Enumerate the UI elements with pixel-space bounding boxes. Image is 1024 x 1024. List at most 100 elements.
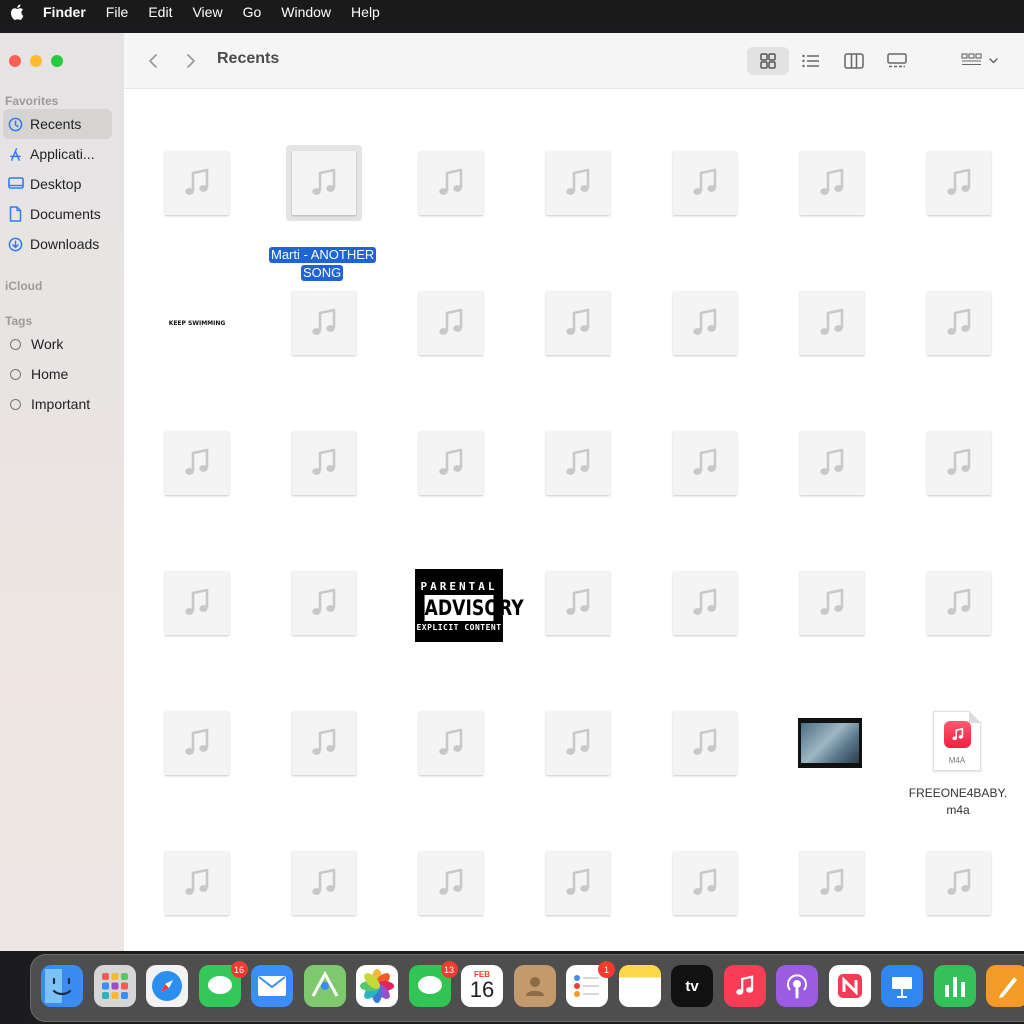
audio-file[interactable] (419, 151, 483, 215)
audio-file[interactable] (292, 291, 356, 355)
menu-window[interactable]: Window (271, 0, 341, 24)
audio-file[interactable] (546, 851, 610, 915)
audio-file[interactable] (165, 571, 229, 635)
numbers-icon[interactable] (933, 965, 976, 1007)
music-note-icon (165, 851, 229, 915)
clock-icon (7, 116, 24, 133)
audio-file[interactable] (927, 151, 991, 215)
tv-icon[interactable]: tv (671, 965, 713, 1007)
audio-file[interactable] (165, 431, 229, 495)
selected-file-name-line2[interactable]: SONG (301, 265, 344, 281)
audio-file[interactable] (927, 291, 991, 355)
menu-app-name[interactable]: Finder (34, 0, 96, 24)
audio-file[interactable] (800, 571, 864, 635)
maps-icon[interactable] (303, 965, 346, 1007)
group-by-button[interactable] (958, 47, 1002, 75)
column-view-button[interactable] (837, 47, 871, 75)
audio-file[interactable] (927, 571, 991, 635)
favorites-header: Favorites (5, 94, 59, 108)
menu-file[interactable]: File (96, 0, 139, 24)
audio-file[interactable] (673, 151, 737, 215)
audio-file[interactable] (292, 431, 356, 495)
finder-icon[interactable] (41, 965, 83, 1007)
keep-swimming-file[interactable]: KEEP SWIMMING (165, 291, 229, 355)
news-icon[interactable] (828, 965, 871, 1007)
tag-circle-icon (10, 368, 21, 380)
audio-file[interactable] (673, 851, 737, 915)
parental-advisory-file[interactable]: PARENTAL ADVISORY EXPLICIT CONTENT (415, 569, 524, 643)
audio-file[interactable] (800, 291, 864, 355)
safari-icon[interactable] (146, 965, 188, 1007)
sidebar-tag-important[interactable]: Important (3, 389, 112, 419)
audio-file[interactable] (292, 851, 356, 915)
audio-file[interactable] (419, 711, 483, 775)
pages-icon[interactable] (986, 965, 1024, 1007)
menu-view[interactable]: View (182, 0, 232, 24)
selected-file-name-line1[interactable]: Marti - ANOTHER (269, 247, 377, 263)
audio-file[interactable] (800, 851, 864, 915)
audio-file[interactable] (546, 571, 610, 635)
video-file[interactable] (798, 718, 862, 768)
back-button[interactable] (142, 47, 164, 75)
m4a-file[interactable]: M4A (933, 711, 997, 775)
audio-file[interactable] (546, 431, 610, 495)
sidebar-tag-work[interactable]: Work (3, 329, 112, 359)
audio-file[interactable] (546, 151, 610, 215)
audio-file[interactable] (673, 291, 737, 355)
music-note-icon (800, 291, 864, 355)
forward-button[interactable] (180, 47, 202, 75)
messages-icon[interactable]: 16 (198, 961, 248, 1007)
audio-file[interactable] (165, 711, 229, 775)
sidebar-tag-home[interactable]: Home (3, 359, 112, 389)
gallery-view-button[interactable] (880, 47, 914, 75)
audio-file[interactable] (165, 151, 229, 215)
audio-file[interactable] (800, 431, 864, 495)
sidebar-item-documents[interactable]: Documents (3, 199, 112, 229)
audio-file[interactable] (546, 711, 610, 775)
facetime-icon[interactable]: 13 (408, 961, 458, 1007)
video-thumbnail (798, 718, 862, 768)
audio-file[interactable] (292, 571, 356, 635)
menu-go[interactable]: Go (233, 0, 272, 24)
audio-file[interactable] (419, 291, 483, 355)
applications-icon (7, 146, 24, 163)
menu-edit[interactable]: Edit (138, 0, 182, 24)
audio-file[interactable] (673, 571, 737, 635)
icon-view-button[interactable] (747, 47, 789, 75)
audio-file[interactable] (419, 431, 483, 495)
notes-icon[interactable] (618, 965, 661, 1007)
m4a-file-name-line2[interactable]: m4a (902, 802, 1014, 819)
photos-icon[interactable] (356, 965, 398, 1007)
menu-help[interactable]: Help (341, 0, 390, 24)
audio-file[interactable] (673, 431, 737, 495)
keynote-icon[interactable] (881, 965, 923, 1007)
audio-file-selected[interactable] (286, 145, 362, 221)
apple-menu-icon[interactable] (0, 0, 34, 24)
contacts-icon[interactable] (513, 965, 556, 1007)
podcasts-icon[interactable] (776, 965, 818, 1007)
audio-file[interactable] (292, 711, 356, 775)
sidebar-item-downloads[interactable]: Downloads (3, 229, 112, 259)
audio-file[interactable] (419, 851, 483, 915)
audio-file[interactable] (927, 431, 991, 495)
sidebar-item-recents[interactable]: Recents (3, 109, 112, 139)
sidebar-item-applications[interactable]: Applicati... (3, 139, 112, 169)
launchpad-icon[interactable] (93, 965, 136, 1007)
audio-file[interactable] (927, 851, 991, 915)
audio-file[interactable] (673, 711, 737, 775)
sidebar-item-label: Home (31, 366, 69, 382)
calendar-icon[interactable]: FEB 16 (461, 965, 503, 1007)
m4a-document-icon: M4A (933, 711, 981, 771)
audio-file[interactable] (165, 851, 229, 915)
reminders-icon[interactable]: 1 (566, 961, 615, 1007)
mail-icon[interactable] (251, 965, 293, 1007)
close-window-button[interactable] (9, 55, 21, 67)
m4a-file-name-line1[interactable]: FREEONE4BABY. (902, 785, 1014, 802)
audio-file[interactable] (546, 291, 610, 355)
list-view-button[interactable] (794, 47, 828, 75)
audio-file[interactable] (800, 151, 864, 215)
sidebar-item-desktop[interactable]: Desktop (3, 169, 112, 199)
zoom-window-button[interactable] (51, 55, 63, 67)
music-icon[interactable] (723, 965, 766, 1007)
minimize-window-button[interactable] (30, 55, 42, 67)
